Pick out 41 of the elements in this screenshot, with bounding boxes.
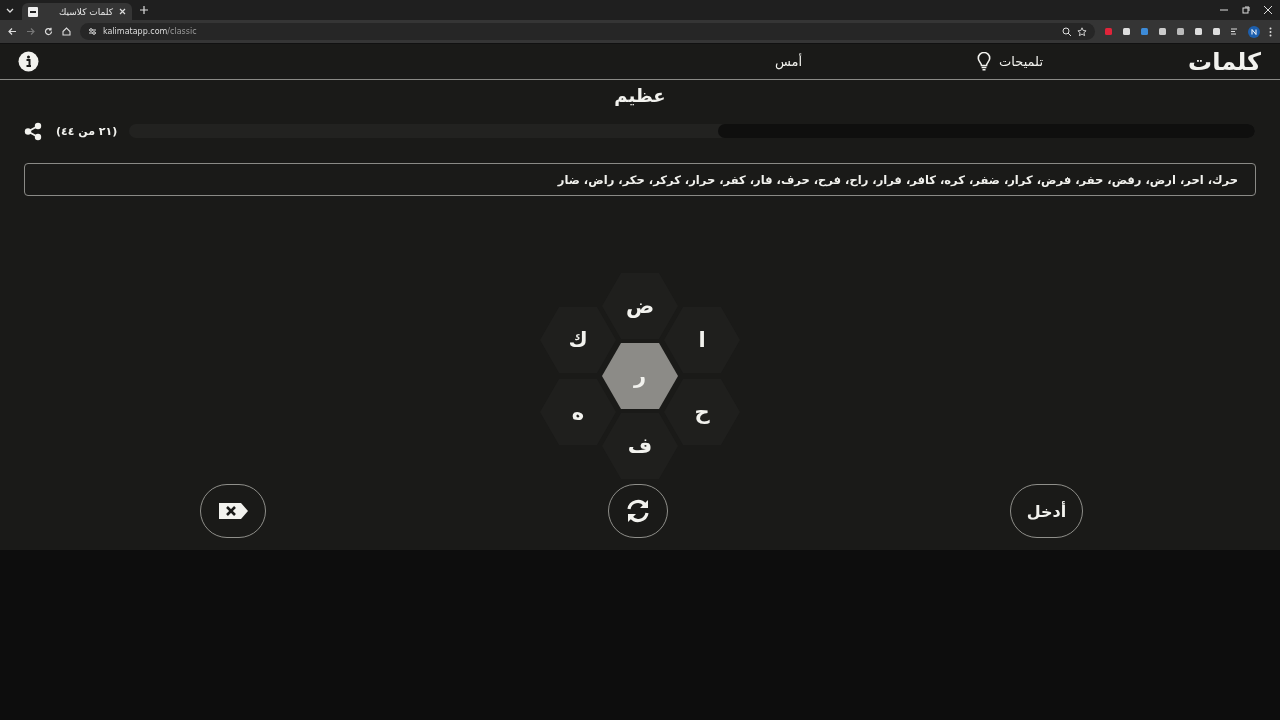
menu-icon[interactable] [1269, 26, 1272, 37]
close-icon[interactable] [1264, 6, 1272, 14]
back-icon[interactable] [8, 27, 17, 36]
hints-button[interactable]: تلميحات [977, 52, 1043, 71]
letter-tile[interactable]: ا [664, 307, 740, 373]
url-text: kalimatapp.com/classic [103, 27, 197, 36]
enter-button[interactable]: أدخل [1010, 484, 1083, 538]
share-icon[interactable] [24, 121, 42, 141]
found-words-list: حرك، احر، ارض، رفض، حفر، فرض، كرار، ضفر، كره، كافر، فرار، راح، فرح، حرف، فار، كفر، حرار، كركر، حكر، راض، ضار [24, 163, 1256, 196]
delete-icon [217, 502, 249, 520]
delete-button[interactable] [200, 484, 266, 538]
rank-title: عظيم [613, 85, 667, 108]
yesterday-button[interactable]: أمس [774, 54, 803, 69]
shuffle-icon [625, 499, 651, 523]
profile-avatar-icon[interactable] [1248, 25, 1260, 38]
bookmark-star-icon[interactable] [1077, 26, 1087, 37]
word-count: (٢١ من ٤٤) [56, 124, 118, 138]
browser-tab[interactable]: كلمات كلاسيك [22, 3, 132, 20]
minimize-icon[interactable] [1220, 6, 1228, 14]
restore-icon[interactable] [1242, 6, 1250, 14]
zoom-icon[interactable] [1062, 27, 1071, 36]
reload-icon[interactable] [44, 27, 53, 36]
forward-icon[interactable] [26, 27, 35, 36]
letter-tile[interactable]: ك [540, 307, 616, 373]
favicon-icon [28, 6, 38, 17]
close-icon[interactable] [119, 8, 126, 15]
media-icon[interactable] [1230, 27, 1239, 36]
lightbulb-icon [977, 52, 992, 71]
letter-tile[interactable]: ه [540, 379, 616, 445]
letter-tile[interactable]: ف [602, 413, 678, 479]
info-icon[interactable] [18, 51, 39, 72]
letter-tile[interactable]: ض [602, 273, 678, 339]
home-icon[interactable] [62, 27, 71, 36]
new-tab-icon[interactable] [140, 6, 148, 14]
tab-title: كلمات كلاسيك [57, 6, 113, 17]
address-bar[interactable]: kalimatapp.com/classic [80, 23, 1095, 40]
letter-tile[interactable]: ح [664, 379, 740, 445]
tab-list-icon[interactable] [6, 6, 14, 14]
shuffle-button[interactable] [608, 484, 668, 538]
site-settings-icon[interactable] [88, 27, 97, 36]
app-logo[interactable]: كلمات [1081, 47, 1261, 76]
